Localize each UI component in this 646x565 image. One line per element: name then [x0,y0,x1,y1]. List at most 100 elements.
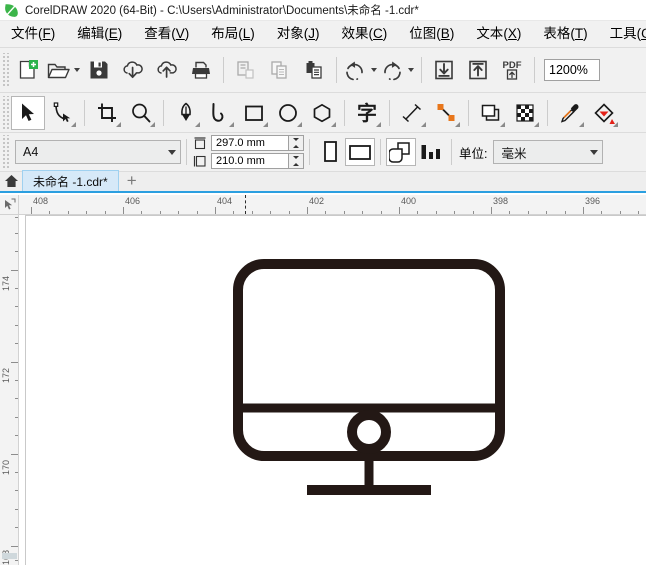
ellipse-tool[interactable] [271,96,305,130]
dimension-tool-flyout[interactable] [421,121,426,127]
menu-layout-label: 布局 [211,26,239,41]
vruler-label-1: 172 [1,367,11,383]
print-button[interactable] [184,51,218,89]
transparency-tool[interactable] [508,96,542,130]
open-document-button[interactable] [45,51,71,89]
page-height-spinner[interactable] [289,153,304,169]
toolbox-separator-6 [547,99,548,126]
connector-tool[interactable] [429,96,463,130]
color-eyedropper-tool[interactable] [553,96,587,130]
pick-tool[interactable] [11,95,45,130]
page-width-input[interactable]: 297.0 mm [211,135,289,151]
toolbar-separator-1 [223,57,224,83]
eyedropper-tool-flyout[interactable] [579,121,584,127]
rectangle-tool-flyout[interactable] [263,121,268,127]
pen-nib-icon [181,102,191,121]
desktop-monitor-outline-drawing[interactable] [232,258,522,513]
fill-tool-flyout[interactable] [613,121,618,127]
bezier-tool[interactable] [203,96,237,130]
menu-tools-accel: O [641,26,646,41]
toolbox-grip[interactable] [1,95,9,130]
horizontal-ruler[interactable]: 408 406 404 402 400 398 396 [19,195,646,215]
vertical-ruler[interactable]: 174 172 170 168 [0,215,19,565]
undo-dropdown[interactable] [368,51,379,89]
landscape-orientation-button[interactable] [345,138,375,166]
ruler-origin-corner[interactable] [0,195,19,215]
page-origin-marker [245,195,246,214]
import-button[interactable] [427,51,461,89]
menu-file[interactable]: 文件(F) [0,23,66,45]
copy-button[interactable] [263,51,297,89]
standard-toolbar: PDF 1200% [0,48,646,93]
transparency-tool-flyout[interactable] [534,121,539,127]
title-bar: CorelDRAW 2020 (64-Bit) - C:\Users\Admin… [0,0,646,21]
shape-tool[interactable] [45,96,79,130]
text-tool-flyout[interactable] [376,121,381,127]
menu-table[interactable]: 表格(T) [532,23,598,45]
save-button[interactable] [82,51,116,89]
redo-dropdown[interactable] [405,51,416,89]
crop-tool[interactable] [90,96,124,130]
cut-button[interactable] [229,51,263,89]
menu-tools[interactable]: 工具(O) [599,23,646,45]
units-combo[interactable]: 毫米 [493,140,604,164]
menu-effects[interactable]: 效果(C) [331,23,399,45]
page-bleed-button[interactable] [416,138,446,166]
new-document-tab-button[interactable]: + [119,170,145,191]
portrait-orientation-button[interactable] [315,138,345,166]
menu-bitmap[interactable]: 位图(B) [398,23,465,45]
polygon-tool-flyout[interactable] [331,121,336,127]
page-width-spinner[interactable] [289,135,304,151]
document-tab[interactable]: 未命名 -1.cdr* [22,170,119,191]
cloud-upload-button[interactable] [150,51,184,89]
page-width-icon [192,136,208,150]
menu-text[interactable]: 文本(X) [465,23,532,45]
menu-bitmap-label: 位图 [409,26,437,41]
zoom-level-input[interactable]: 1200% [544,59,600,81]
all-pages-button[interactable] [386,138,416,166]
shape-tool-flyout[interactable] [71,121,76,127]
rectangle-icon [245,105,263,121]
drop-shadow-tool[interactable] [474,96,508,130]
vertical-scrollbar-thumb[interactable] [2,553,17,559]
page-height-input[interactable]: 210.0 mm [211,153,289,169]
menu-layout[interactable]: 布局(L) [200,23,266,45]
paste-button[interactable] [297,51,331,89]
new-document-button[interactable] [11,51,45,89]
interactive-fill-tool[interactable] [587,96,621,130]
connector-tool-flyout[interactable] [455,121,460,127]
cloud-download-button[interactable] [116,51,150,89]
drawing-canvas[interactable] [19,215,646,565]
freehand-tool-flyout[interactable] [195,121,200,127]
crop-tool-flyout[interactable] [116,121,121,127]
property-bar: A4 297.0 mm 210.0 mm 单位: 毫米 [0,133,646,172]
bezier-tool-flyout[interactable] [229,121,234,127]
floppy-disk-icon [90,61,108,79]
redo-button[interactable] [379,51,405,89]
dimension-tool[interactable] [395,96,429,130]
document-tab-label: 未命名 -1.cdr* [33,174,108,189]
menu-view[interactable]: 查看(V) [133,23,200,45]
export-button[interactable] [461,51,495,89]
publish-pdf-button[interactable]: PDF [495,51,529,89]
home-screen-tab[interactable] [0,170,22,191]
menu-object[interactable]: 对象(J) [266,23,331,45]
toolbar-grip[interactable] [1,53,9,87]
zoom-tool-flyout[interactable] [150,121,155,127]
text-tool[interactable]: 字 [350,96,384,130]
property-bar-grip[interactable] [1,135,9,169]
polygon-tool[interactable] [305,96,339,130]
menu-text-label: 文本 [476,26,504,41]
zoom-tool[interactable] [124,96,158,130]
open-document-dropdown[interactable] [71,51,82,89]
menu-table-accel: T [574,26,584,41]
page-size-combo[interactable]: A4 [15,140,181,164]
menu-edit[interactable]: 编辑(E) [66,23,133,45]
transparency-checkerboard-icon [516,103,534,122]
menu-view-label: 查看 [144,26,172,41]
ellipse-tool-flyout[interactable] [297,121,302,127]
rectangle-tool[interactable] [237,96,271,130]
drop-shadow-tool-flyout[interactable] [500,121,505,127]
undo-button[interactable] [342,51,368,89]
freehand-tool[interactable] [169,96,203,130]
